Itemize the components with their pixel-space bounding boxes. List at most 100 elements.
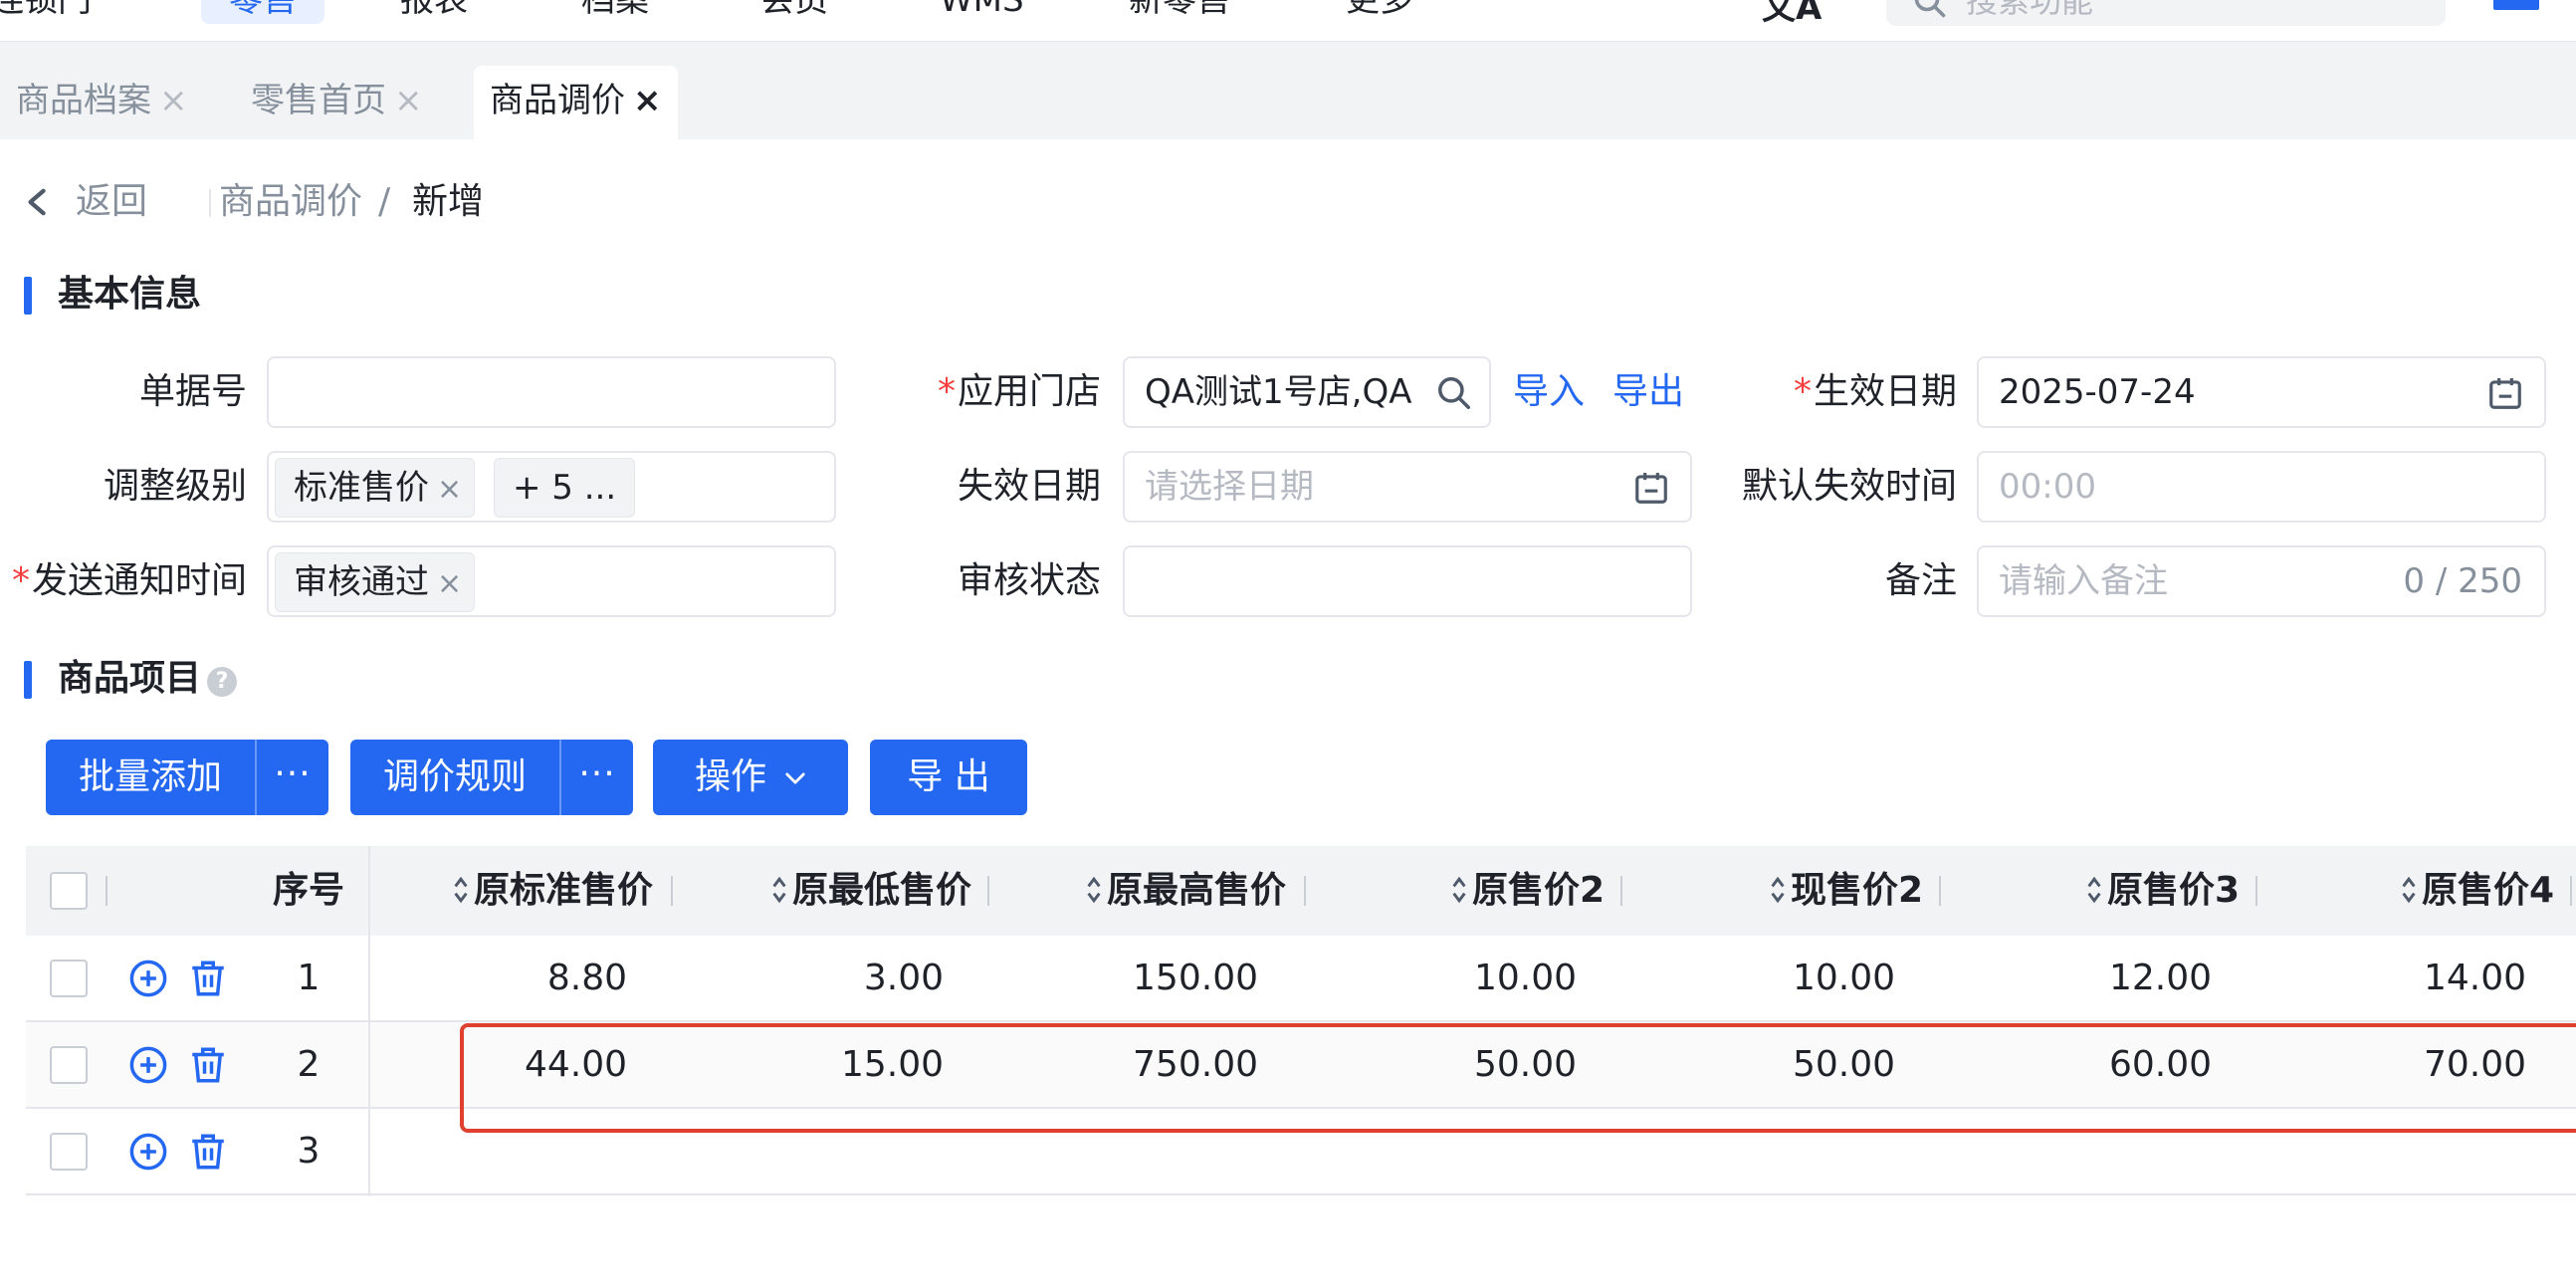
cell-orig-price-2[interactable]: 10.00 [1356, 936, 1577, 1021]
nav-item-reports[interactable]: 报表 [400, 0, 468, 24]
export-button[interactable]: 导 出 [870, 740, 1027, 815]
export-link[interactable]: 导出 [1612, 356, 1684, 428]
column-resize-handle[interactable] [1939, 876, 1941, 906]
column-header-orig-max-price[interactable]: 原最高售价 [1037, 846, 1286, 936]
default-expire-time-input[interactable]: 00:00 [1977, 451, 2546, 523]
nav-item-new-retail[interactable]: 新零售 [1129, 0, 1230, 24]
calendar-icon[interactable] [1632, 469, 1670, 507]
column-header-cur-price-2[interactable]: 现售价2 [1674, 846, 1923, 936]
sort-icon[interactable] [770, 875, 788, 905]
import-link[interactable]: 导入 [1513, 356, 1585, 428]
audit-status-field[interactable] [1123, 545, 1692, 617]
cell-orig-min-price[interactable]: 15.00 [723, 1022, 944, 1108]
nav-item-retail[interactable]: 零售 [201, 0, 324, 24]
app-switcher-icon[interactable] [2493, 0, 2539, 10]
cell-cur-price-2[interactable]: 10.00 [1674, 936, 1895, 1021]
sort-icon[interactable] [1450, 875, 1468, 905]
batch-add-more-button[interactable]: ··· [255, 740, 328, 815]
sort-icon[interactable] [2400, 875, 2418, 905]
store-select[interactable]: QA测试1号店,QA [1123, 356, 1491, 428]
row-checkbox[interactable] [50, 1133, 88, 1171]
sort-icon[interactable] [1085, 875, 1103, 905]
nav-item-archives[interactable]: 档案 [581, 0, 649, 24]
trash-icon[interactable] [187, 1044, 229, 1086]
tag-close-icon[interactable]: × [437, 566, 462, 601]
cell-orig-price-2[interactable]: 50.00 [1356, 1022, 1577, 1108]
sort-icon[interactable] [1769, 875, 1787, 905]
row-checkbox[interactable] [50, 960, 88, 997]
tab-price-adjust[interactable]: 商品调价 × [474, 66, 678, 139]
adjust-level-select[interactable]: 标准售价 × + 5 ... [267, 451, 836, 523]
column-resize-handle[interactable] [987, 876, 989, 906]
cell-orig-max-price[interactable]: 750.00 [1037, 1022, 1258, 1108]
cell-orig-min-price[interactable] [723, 1109, 944, 1194]
cell-orig-std-price[interactable] [404, 1109, 627, 1194]
sort-icon[interactable] [452, 875, 470, 905]
cell-orig-max-price[interactable]: 150.00 [1037, 936, 1258, 1021]
row-checkbox[interactable] [50, 1046, 88, 1084]
help-icon[interactable]: ? [207, 667, 237, 697]
column-header-orig-min-price[interactable]: 原最低售价 [723, 846, 971, 936]
column-resize-handle[interactable] [1620, 876, 1622, 906]
trash-icon[interactable] [187, 1131, 229, 1173]
cell-cur-price-2[interactable]: 50.00 [1674, 1022, 1895, 1108]
price-rule-button[interactable]: 调价规则 [350, 740, 559, 815]
cell-orig-price-4[interactable] [2305, 1109, 2526, 1194]
tab-close-icon[interactable]: × [159, 81, 188, 120]
tab-close-icon[interactable]: × [633, 81, 662, 120]
column-header-orig-std-price[interactable]: 原标准售价 [404, 846, 653, 936]
column-resize-handle[interactable] [1304, 876, 1306, 906]
cell-orig-price-4[interactable]: 70.00 [2305, 1022, 2526, 1108]
calendar-icon[interactable] [2486, 374, 2524, 412]
price-rule-more-button[interactable]: ··· [559, 740, 633, 815]
column-header-orig-price-2[interactable]: 原售价2 [1356, 846, 1605, 936]
cell-orig-min-price[interactable]: 3.00 [723, 936, 944, 1021]
cell-orig-price-2[interactable] [1356, 1109, 1577, 1194]
adjust-level-more-tag[interactable]: + 5 ... [494, 458, 636, 518]
trash-icon[interactable] [187, 958, 229, 999]
add-row-icon[interactable] [127, 1044, 169, 1086]
column-resize-handle[interactable] [2570, 876, 2572, 906]
cell-orig-std-price[interactable]: 8.80 [404, 936, 627, 1021]
nav-item-chain[interactable]: 连锁门 [0, 0, 92, 24]
cell-cur-price-2[interactable] [1674, 1109, 1895, 1194]
search-icon[interactable] [1435, 374, 1473, 412]
column-resize-handle[interactable] [2255, 876, 2257, 906]
breadcrumb-parent[interactable]: 商品调价 [219, 177, 362, 227]
back-link[interactable]: 返回 [76, 177, 147, 227]
column-resize-handle[interactable] [106, 876, 107, 906]
function-search-box[interactable]: 搜索功能 [1886, 0, 2446, 26]
add-row-icon[interactable] [127, 1131, 169, 1173]
remark-input[interactable]: 请输入备注 0 / 250 [1977, 545, 2546, 617]
column-header-orig-price-4[interactable]: 原售价4 [2305, 846, 2554, 936]
tag-close-icon[interactable]: × [437, 472, 462, 507]
select-all-checkbox[interactable] [50, 872, 88, 910]
notify-time-select[interactable]: 审核通过 × [267, 545, 836, 617]
nav-item-more[interactable]: 更多 [1346, 0, 1413, 24]
tab-close-icon[interactable]: × [394, 81, 423, 120]
translate-icon[interactable]: 文A [1762, 0, 1822, 29]
cell-orig-max-price[interactable] [1037, 1109, 1258, 1194]
expire-date-picker[interactable]: 请选择日期 [1123, 451, 1692, 523]
operation-dropdown-button[interactable]: 操作 [653, 740, 848, 815]
required-mark: * [937, 371, 956, 412]
column-resize-handle[interactable] [671, 876, 673, 906]
doc-no-input[interactable] [267, 356, 836, 428]
tab-retail-home[interactable]: 零售首页 × [235, 66, 439, 139]
cell-orig-price-3[interactable]: 60.00 [1991, 1022, 2212, 1108]
batch-add-button[interactable]: 批量添加 [46, 740, 255, 815]
cell-orig-price-4[interactable]: 14.00 [2305, 936, 2526, 1021]
chevron-left-icon[interactable] [24, 187, 52, 217]
column-header-orig-price-3[interactable]: 原售价3 [1991, 846, 2240, 936]
add-row-icon[interactable] [127, 958, 169, 999]
fixed-column-divider [368, 846, 370, 1196]
effective-date-picker[interactable]: 2025-07-24 [1977, 356, 2546, 428]
nav-item-wms[interactable]: WMS [940, 0, 1024, 24]
required-mark: * [11, 560, 30, 601]
cell-orig-price-3[interactable]: 12.00 [1991, 936, 2212, 1021]
cell-orig-price-3[interactable] [1991, 1109, 2212, 1194]
sort-icon[interactable] [2085, 875, 2103, 905]
cell-orig-std-price[interactable]: 44.00 [404, 1022, 627, 1108]
nav-item-members[interactable]: 会员 [760, 0, 828, 24]
tab-product-archive[interactable]: 商品档案 × [0, 66, 204, 139]
